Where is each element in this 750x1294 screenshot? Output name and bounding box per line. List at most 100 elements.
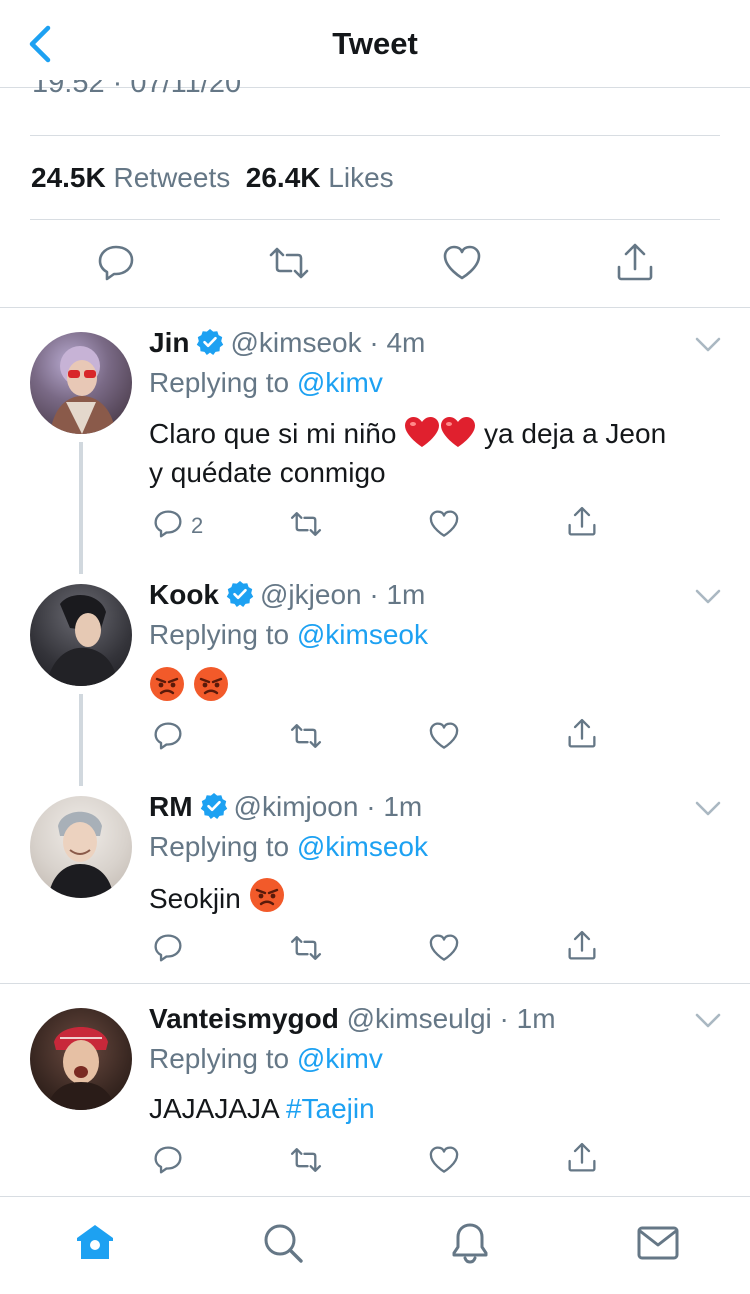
retweet-button[interactable] <box>289 931 323 965</box>
avatar[interactable] <box>30 332 132 434</box>
replying-to: Replying to @kimseok <box>149 619 428 651</box>
reply-text-part: y quédate conmigo <box>149 457 386 488</box>
retweet-icon <box>290 512 322 536</box>
replying-to: Replying to @kimseok <box>149 831 428 863</box>
tab-home[interactable] <box>73 1221 117 1265</box>
display-name[interactable]: Jin <box>149 327 189 358</box>
reply-button[interactable] <box>151 719 185 753</box>
comment-icon <box>154 934 182 962</box>
retweet-button[interactable] <box>289 1143 323 1177</box>
share-button[interactable] <box>613 241 657 285</box>
avatar-image <box>46 1027 116 1110</box>
tab-search[interactable] <box>261 1221 305 1265</box>
retweet-icon <box>290 1148 322 1172</box>
reply-text-part: Seokjin <box>149 883 241 914</box>
retweet-button[interactable] <box>267 241 311 285</box>
red-heart-icon <box>441 417 476 447</box>
share-button[interactable] <box>565 1141 599 1175</box>
verified-badge-icon <box>197 329 224 355</box>
avatar[interactable] <box>30 1008 132 1110</box>
reply-button[interactable] <box>151 507 185 541</box>
thread-connector <box>79 442 83 574</box>
like-button[interactable] <box>427 719 461 753</box>
retweet-button[interactable] <box>289 507 323 541</box>
reply-header: Vanteismygod @kimseulgi · 1m <box>149 1003 556 1035</box>
reply-text: JAJAJAJA #Taejin <box>149 1089 729 1128</box>
avatar-image <box>48 811 114 898</box>
comment-icon <box>98 245 134 281</box>
likes-count[interactable]: 26.4K <box>246 162 321 193</box>
heart-icon <box>443 245 481 280</box>
mention-link[interactable]: @kimv <box>297 367 383 398</box>
reply-text-part: ya deja a Jeon <box>484 418 667 449</box>
post-time: · 1m <box>366 791 423 822</box>
chevron-down-icon[interactable] <box>694 800 722 818</box>
share-icon <box>568 718 596 748</box>
red-heart-icon <box>405 417 440 447</box>
avatar[interactable] <box>30 584 132 686</box>
chevron-down-icon[interactable] <box>694 336 722 354</box>
divider <box>30 135 720 136</box>
share-button[interactable] <box>565 717 599 751</box>
display-name[interactable]: Vanteismygod <box>149 1003 339 1034</box>
reply-text <box>149 666 729 707</box>
retweet-icon <box>290 936 322 960</box>
like-button[interactable] <box>427 931 461 965</box>
display-name[interactable]: Kook <box>149 579 219 610</box>
replying-label: Replying to <box>149 1043 290 1074</box>
retweet-icon <box>290 724 322 748</box>
user-handle: @jkjeon <box>260 579 362 610</box>
post-time: · 1m <box>499 1003 556 1034</box>
comment-icon <box>154 510 182 538</box>
reply-button[interactable] <box>151 931 185 965</box>
post-time: · 1m <box>369 579 426 610</box>
mention-link[interactable]: @kimv <box>297 1043 383 1074</box>
like-button[interactable] <box>440 241 484 285</box>
envelope-icon <box>637 1226 679 1260</box>
display-name[interactable]: RM <box>149 791 193 822</box>
likes-label[interactable]: Likes <box>328 162 393 193</box>
share-button[interactable] <box>565 505 599 539</box>
tweet-timestamp: 19:52 · 07/11/20 <box>32 80 242 99</box>
divider <box>30 219 720 220</box>
replying-label: Replying to <box>149 367 290 398</box>
chevron-down-icon[interactable] <box>694 1012 722 1030</box>
share-icon <box>568 506 596 536</box>
avatar[interactable] <box>30 796 132 898</box>
retweets-count[interactable]: 24.5K <box>31 162 106 193</box>
retweets-label[interactable]: Retweets <box>114 162 231 193</box>
bell-icon <box>452 1223 488 1264</box>
reply-header: Kook @jkjeon · 1m <box>149 579 425 611</box>
tab-notifications[interactable] <box>448 1221 492 1265</box>
divider <box>0 307 750 308</box>
heart-icon <box>429 510 459 537</box>
angry-face-icon <box>193 667 228 701</box>
user-handle: @kimseulgi <box>346 1003 492 1034</box>
thread-connector <box>79 694 83 786</box>
retweet-button[interactable] <box>289 719 323 753</box>
tab-messages[interactable] <box>636 1221 680 1265</box>
heart-icon <box>429 934 459 961</box>
comment-icon <box>154 722 182 750</box>
reply-header: Jin @kimseok · 4m <box>149 327 425 359</box>
user-handle: @kimseok <box>230 327 362 358</box>
like-button[interactable] <box>427 507 461 541</box>
comment-icon <box>154 1146 182 1174</box>
reply-button[interactable] <box>151 1143 185 1177</box>
chevron-down-icon[interactable] <box>694 588 722 606</box>
share-button[interactable] <box>565 929 599 963</box>
like-button[interactable] <box>427 1143 461 1177</box>
tweet-stats: 24.5K Retweets 26.4K Likes <box>31 162 394 194</box>
mention-link[interactable]: @kimseok <box>297 831 428 862</box>
post-time: · 4m <box>369 327 426 358</box>
reply-button[interactable] <box>94 241 138 285</box>
angry-face-icon <box>150 667 184 701</box>
divider <box>0 983 750 984</box>
mention-link[interactable]: @kimseok <box>297 619 428 650</box>
replying-to: Replying to @kimv <box>149 1043 383 1075</box>
hashtag-link[interactable]: #Taejin <box>286 1093 375 1124</box>
angry-face-icon <box>249 878 284 912</box>
search-icon <box>264 1224 303 1263</box>
share-icon <box>617 243 653 281</box>
page-title: Tweet <box>332 26 418 61</box>
